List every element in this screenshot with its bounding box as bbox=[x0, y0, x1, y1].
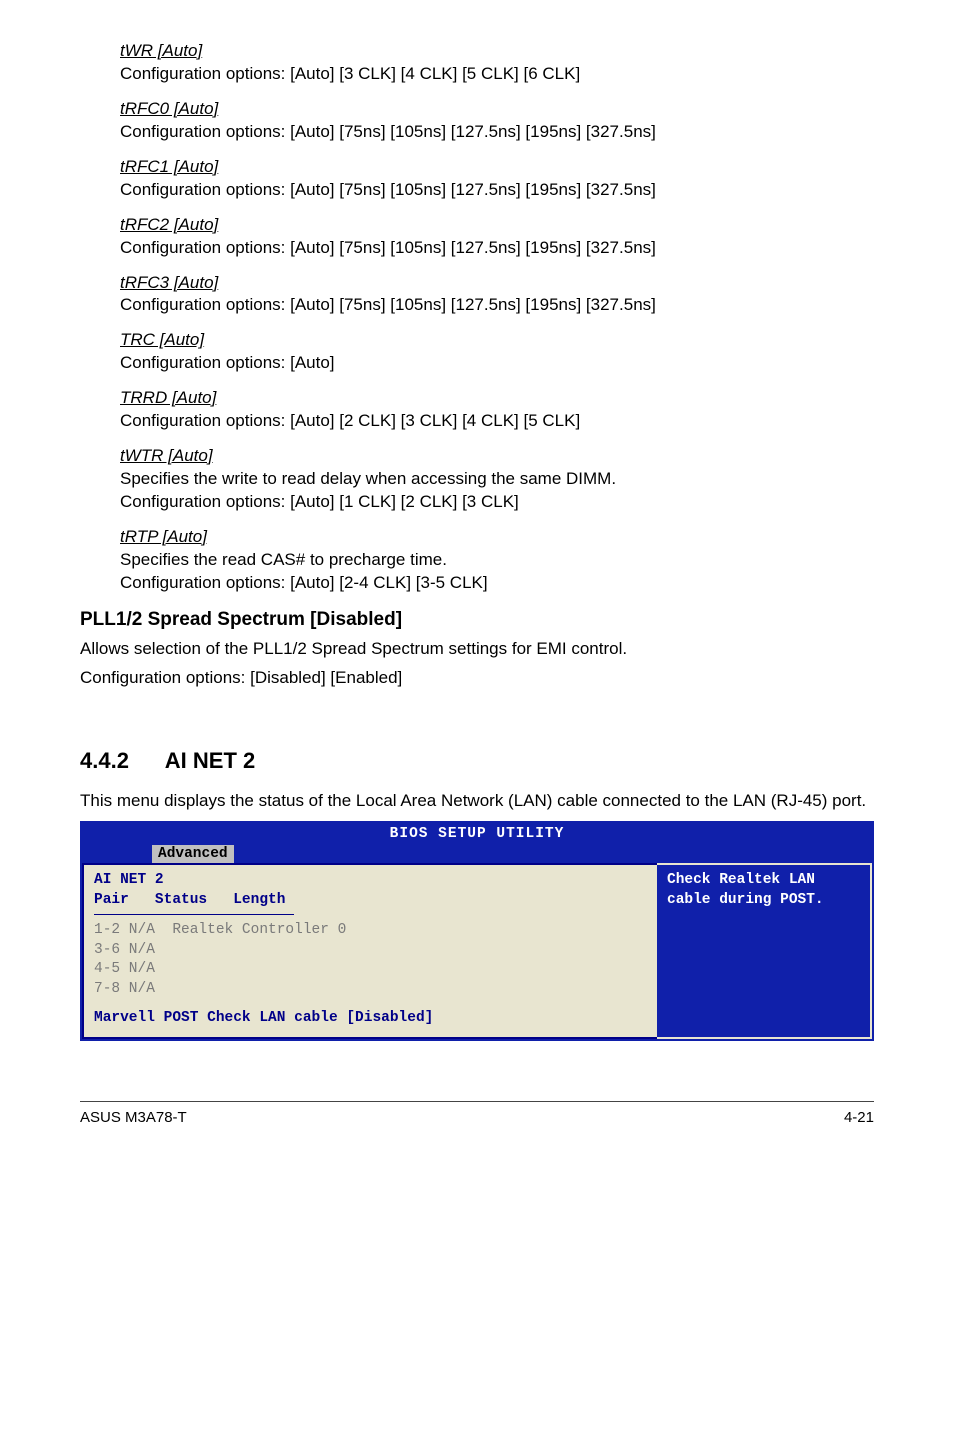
section-intro: This menu displays the status of the Loc… bbox=[80, 790, 874, 813]
section-heading-text: 4.4.2 AI NET 2 bbox=[80, 746, 874, 776]
option-title: tWTR [Auto] bbox=[120, 445, 874, 468]
option-text: Configuration options: [Auto] [1 CLK] [2… bbox=[120, 491, 874, 514]
option-title: tRFC1 [Auto] bbox=[120, 156, 874, 179]
option-title: tRFC2 [Auto] bbox=[120, 214, 874, 237]
pll-heading: PLL1/2 Spread Spectrum [Disabled] bbox=[80, 607, 874, 633]
option-text: Configuration options: [Auto] [2-4 CLK] … bbox=[120, 572, 874, 595]
bios-help-panel: Check Realtek LAN cable during POST. bbox=[657, 863, 872, 1039]
section-heading: 4.4.2 AI NET 2 bbox=[80, 746, 874, 776]
option-title: tRFC3 [Auto] bbox=[120, 272, 874, 295]
option-tWTR: tWTR [Auto] Specifies the write to read … bbox=[120, 445, 874, 514]
option-title: TRC [Auto] bbox=[120, 329, 874, 352]
pll-opts: Configuration options: [Disabled] [Enabl… bbox=[80, 667, 874, 690]
option-tRFC3: tRFC3 [Auto] Configuration options: [Aut… bbox=[120, 272, 874, 318]
option-text: Configuration options: [Auto] bbox=[120, 352, 874, 375]
page-footer: ASUS M3A78-T 4-21 bbox=[80, 1101, 874, 1128]
footer-left: ASUS M3A78-T bbox=[80, 1108, 187, 1128]
bios-tab-row: Advanced bbox=[82, 845, 872, 863]
pll-desc: Allows selection of the PLL1/2 Spread Sp… bbox=[80, 638, 874, 661]
option-TRRD: TRRD [Auto] Configuration options: [Auto… bbox=[120, 387, 874, 433]
option-tRFC1: tRFC1 [Auto] Configuration options: [Aut… bbox=[120, 156, 874, 202]
bios-row: 4-5 N/A bbox=[94, 960, 647, 980]
bios-title: BIOS SETUP UTILITY bbox=[82, 823, 872, 846]
bios-left-panel: AI NET 2 Pair Status Length 1-2 N/A Real… bbox=[82, 863, 657, 1039]
option-title: tRFC0 [Auto] bbox=[120, 98, 874, 121]
option-text: Configuration options: [Auto] [2 CLK] [3… bbox=[120, 410, 874, 433]
bios-row: 7-8 N/A bbox=[94, 980, 647, 1000]
bios-tab-advanced: Advanced bbox=[152, 845, 234, 863]
option-desc: Specifies the write to read delay when a… bbox=[120, 468, 874, 491]
option-text: Configuration options: [Auto] [75ns] [10… bbox=[120, 121, 874, 144]
footer-right: 4-21 bbox=[844, 1108, 874, 1128]
bios-row: 1-2 N/A Realtek Controller 0 bbox=[94, 921, 647, 941]
option-tRFC2: tRFC2 [Auto] Configuration options: [Aut… bbox=[120, 214, 874, 260]
option-tRTP: tRTP [Auto] Specifies the read CAS# to p… bbox=[120, 526, 874, 595]
option-TRC: TRC [Auto] Configuration options: [Auto] bbox=[120, 329, 874, 375]
bios-row: 3-6 N/A bbox=[94, 941, 647, 961]
bios-help-text: Check Realtek LAN cable during POST. bbox=[667, 871, 860, 910]
option-title: tRTP [Auto] bbox=[120, 526, 874, 549]
option-tRFC0: tRFC0 [Auto] Configuration options: [Aut… bbox=[120, 98, 874, 144]
bios-panel-title: AI NET 2 bbox=[94, 871, 647, 891]
bios-marvell-line: Marvell POST Check LAN cable [Disabled] bbox=[94, 1009, 647, 1029]
bios-column-header: Pair Status Length bbox=[94, 891, 647, 911]
bios-screen: BIOS SETUP UTILITY Advanced AI NET 2 Pai… bbox=[80, 821, 874, 1041]
option-text: Configuration options: [Auto] [75ns] [10… bbox=[120, 237, 874, 260]
option-desc: Specifies the read CAS# to precharge tim… bbox=[120, 549, 874, 572]
option-title: tWR [Auto] bbox=[120, 40, 874, 63]
bios-body: AI NET 2 Pair Status Length 1-2 N/A Real… bbox=[82, 863, 872, 1039]
divider bbox=[94, 914, 294, 915]
option-text: Configuration options: [Auto] [75ns] [10… bbox=[120, 179, 874, 202]
option-text: Configuration options: [Auto] [75ns] [10… bbox=[120, 294, 874, 317]
option-title: TRRD [Auto] bbox=[120, 387, 874, 410]
option-tWR: tWR [Auto] Configuration options: [Auto]… bbox=[120, 40, 874, 86]
option-text: Configuration options: [Auto] [3 CLK] [4… bbox=[120, 63, 874, 86]
